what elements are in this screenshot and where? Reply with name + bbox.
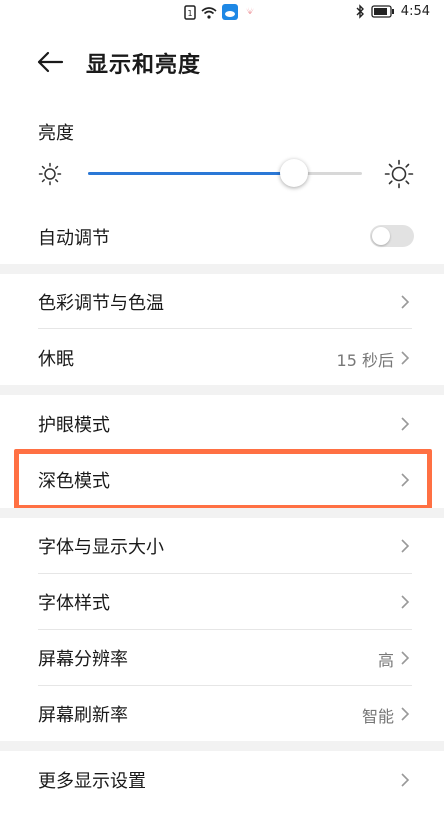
battery-icon: [371, 5, 394, 18]
row-label: 字体与显示大小: [38, 537, 164, 558]
status-time: 4:54: [400, 4, 430, 19]
row-label: 字体样式: [38, 593, 110, 614]
row-label: 休眠: [38, 349, 74, 370]
settings-row-refresh-rate[interactable]: 屏幕刷新率 智能: [0, 685, 444, 741]
section-divider-band: [0, 741, 444, 751]
page-title: 显示和亮度: [86, 53, 202, 78]
chevron-right-icon: [401, 417, 410, 431]
chevron-right-icon: [401, 651, 410, 665]
status-icons-center: 1: [184, 4, 258, 20]
brightness-slider-thumb[interactable]: [280, 159, 308, 187]
sun-large-icon: [384, 159, 414, 189]
row-value: 智能: [361, 707, 394, 726]
row-value: 15 秒后: [336, 351, 394, 370]
chevron-right-icon: [401, 773, 410, 787]
status-icons-right: 4:54: [355, 4, 430, 19]
auto-adjust-toggle[interactable]: [370, 225, 414, 247]
wifi-icon: [201, 6, 217, 19]
dark-mode-highlight-box: [14, 449, 432, 510]
settings-row-sleep[interactable]: 休眠 15 秒后: [0, 329, 444, 385]
settings-row-more-display[interactable]: 更多显示设置: [0, 751, 444, 807]
svg-text:1: 1: [187, 9, 192, 18]
row-label: 屏幕分辨率: [38, 649, 128, 670]
settings-row-font-display-size[interactable]: 字体与显示大小: [0, 517, 444, 573]
row-label: 更多显示设置: [38, 771, 146, 792]
brightness-slider[interactable]: [88, 159, 362, 187]
sim-card-icon: 1: [184, 4, 196, 20]
chevron-right-icon: [401, 351, 410, 365]
header: 显示和亮度: [0, 38, 444, 88]
settings-row-screen-resolution[interactable]: 屏幕分辨率 高: [0, 629, 444, 685]
row-label: 屏幕刷新率: [38, 705, 128, 726]
toggle-knob: [372, 227, 390, 245]
status-bar: 1 4:54: [0, 0, 444, 26]
auto-adjust-label: 自动调节: [38, 228, 110, 249]
row-value: 高: [377, 651, 394, 670]
settings-row-font-style[interactable]: 字体样式: [0, 573, 444, 629]
chevron-right-icon: [401, 595, 410, 609]
cloud-app-icon: [222, 4, 238, 20]
row-label: 色彩调节与色温: [38, 293, 164, 314]
bluetooth-icon: [356, 4, 364, 19]
row-label: 护眼模式: [38, 415, 110, 436]
section-divider-band: [0, 385, 444, 395]
sun-small-icon: [38, 162, 62, 186]
arrow-left-icon[interactable]: [36, 50, 64, 74]
brightness-slider-fill: [88, 172, 294, 175]
settings-row-eye-comfort[interactable]: 护眼模式: [0, 395, 444, 451]
huawei-logo-icon: [242, 4, 258, 20]
chevron-right-icon: [401, 707, 410, 721]
brightness-label: 亮度: [38, 123, 74, 144]
settings-row-color-temperature[interactable]: 色彩调节与色温: [0, 273, 444, 329]
chevron-right-icon: [401, 539, 410, 553]
chevron-right-icon: [401, 295, 410, 309]
